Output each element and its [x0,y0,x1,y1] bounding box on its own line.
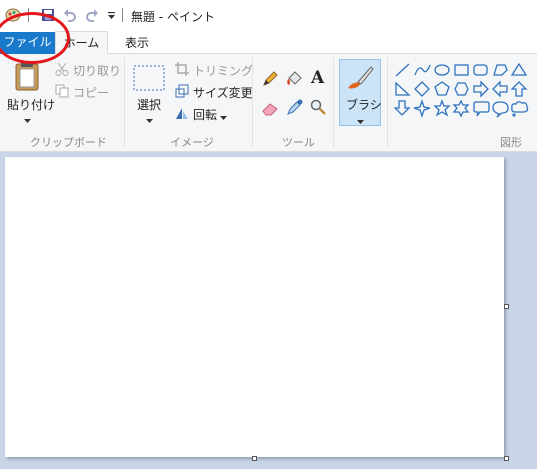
shapes-group-label: 図形 [500,136,522,149]
undo-icon[interactable] [62,7,78,23]
eraser-icon[interactable] [262,100,280,119]
group-separator [333,58,334,148]
six-point-star-icon[interactable] [452,99,470,118]
svg-text:A: A [310,68,325,86]
cut-icon[interactable] [55,62,69,79]
right-triangle-icon[interactable] [395,81,411,96]
group-separator [252,58,253,148]
group-separator [387,58,388,148]
triangle-icon[interactable] [510,62,528,76]
rounded-callout-icon[interactable] [473,101,490,117]
hexagon-icon[interactable] [454,82,469,96]
color-picker-icon[interactable] [287,99,303,118]
rounded-rectangle-icon[interactable] [473,64,488,76]
tab-view[interactable]: 表示 [112,32,162,54]
curve-icon[interactable] [414,64,431,76]
polygon-icon[interactable] [493,64,508,76]
resize-handle-bottom[interactable] [252,456,257,461]
crop-button[interactable]: トリミング [193,62,253,79]
image-group-label: イメージ [170,136,214,149]
redo-icon[interactable] [84,7,100,23]
resize-handle-right[interactable] [504,304,509,309]
brushes-label: ブラシ [346,98,382,112]
rotate-dropdown-icon[interactable] [220,111,227,124]
group-separator [124,58,125,148]
resize-icon[interactable] [175,84,189,101]
four-point-star-icon[interactable] [413,98,431,119]
brushes-dropdown-icon[interactable] [357,115,364,128]
rotate-icon[interactable] [175,106,189,123]
fill-icon[interactable] [285,70,303,91]
diamond-icon[interactable] [414,81,430,97]
copy-icon[interactable] [55,84,69,101]
clipboard-group-label: クリップボード [30,136,107,149]
drawing-canvas[interactable] [5,157,504,457]
line-icon[interactable] [395,63,410,77]
customize-toolbar-icon[interactable] [105,7,117,23]
separator [122,8,123,22]
paste-button[interactable]: 貼り付け [7,96,55,113]
crop-icon[interactable] [175,62,189,79]
copy-button[interactable]: コピー [73,84,109,101]
window-title: 無題 - ペイント [131,10,215,24]
rotate-button[interactable]: 回転 [193,106,217,123]
paste-dropdown-icon[interactable] [24,114,31,127]
brush-icon [345,63,375,96]
pencil-icon[interactable] [262,71,278,90]
tools-group-label: ツール [282,136,315,149]
cloud-callout-icon[interactable] [511,101,529,117]
rectangle-icon[interactable] [454,64,469,76]
select-icon[interactable] [133,65,165,94]
select-dropdown-icon[interactable] [146,114,153,127]
select-button[interactable]: 選択 [137,96,161,113]
down-arrow-icon[interactable] [393,100,411,116]
resize-handle-corner[interactable] [504,456,509,461]
pentagon-icon[interactable] [434,81,450,96]
paste-icon[interactable] [13,60,41,95]
oval-callout-icon[interactable] [492,101,509,118]
five-point-star-icon[interactable] [433,99,451,117]
left-arrow-icon[interactable] [492,80,508,98]
magnifier-icon[interactable] [310,99,326,118]
right-arrow-icon[interactable] [473,80,489,98]
title-bar: 無題 - ペイント [0,0,537,30]
cut-button[interactable]: 切り取り [73,62,121,79]
shapes-gallery [393,62,534,125]
oval-icon[interactable] [434,64,450,76]
up-arrow-icon[interactable] [510,81,528,97]
resize-button[interactable]: サイズ変更 [193,84,253,101]
text-icon[interactable]: A [310,68,326,89]
